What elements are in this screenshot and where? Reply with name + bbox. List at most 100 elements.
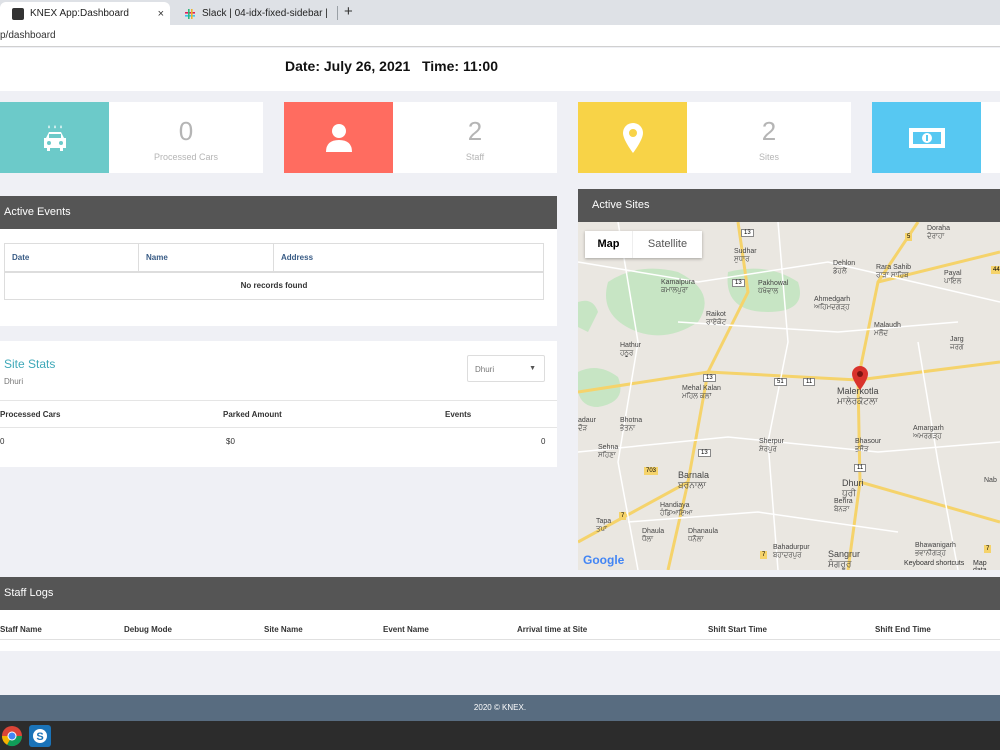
route-shield: 7 [760,551,768,559]
processed-cars-label: Processed Cars [153,152,219,162]
place-name-punjabi: ਡੇਹਲੋਂ [833,268,847,276]
place-name-punjabi: ਸ਼ੇਰਪੁਰ [759,446,777,454]
user-icon [325,123,352,152]
place-name-punjabi: ਸੁਧਾਰ [734,256,750,264]
map-place-label: Barnala ਬਰਨਾਲਾ [678,470,709,491]
url-text[interactable]: p/dashboard [0,30,56,41]
active-events-panel: Date Name Address No records found [0,229,557,326]
date-time-display: Date: July 26, 2021 Time: 11:00 [285,58,498,74]
map-place-label: Dhanaula ਧਨੌਲਾ [688,528,718,544]
footer-text: 2020 © KNEX. [473,703,527,712]
route-shield: 13 [741,229,754,237]
chrome-icon[interactable] [0,724,24,748]
skype-icon[interactable]: S [28,724,52,748]
map-place-label: Amargarh ਅਮਰਗੜ੍ਹ [913,425,944,441]
sites-label: Sites [758,152,779,162]
map-pin-icon [622,122,643,153]
site-select-dropdown[interactable]: Dhuri ▼ [467,355,545,382]
place-name-punjabi: ਹਠੂਰ [620,350,634,358]
map-place-label: Rara Sahib ਰਾੜਾ ਸਾਹਿਬ [876,264,911,280]
staff-logs-header: Staff Logs [0,577,1000,610]
map-place-label: Doraha ਦੋਰਾਹਾ [927,225,950,241]
stat-card-sites: 2 Sites [578,102,851,173]
route-shield: 13 [698,449,711,457]
address-bar[interactable]: p/dashboard [0,25,1000,47]
map-place-label: Benra ਬੇਨੜਾ [834,498,853,514]
col-name[interactable]: Name [138,243,274,273]
place-name: Sangrur [828,549,861,559]
route-shield: 13 [703,374,716,382]
place-name-punjabi: ਸੰਗਰੂਰ [828,559,852,570]
route-shield: 5 [905,233,913,241]
map-marker-icon[interactable] [852,366,868,390]
map-place-label: Sudhar ਸੁਧਾਰ [734,248,757,264]
place-name-punjabi: ਬੇਨੜਾ [834,506,850,514]
place-name: Dhaula [642,528,665,535]
place-name-punjabi: ਪਾਇਲ [944,278,962,286]
date-header: Date: July 26, 2021 Time: 11:00 [0,48,1000,91]
browser-tabbar: KNEX App:Dashboard × Slack | 04-idx-fixe… [0,0,1000,25]
stat-card-staff: 2 Staff [284,102,557,173]
route-shield: 51 [774,378,787,386]
place-name: Jarg [950,336,964,343]
place-name-punjabi: ਕਮਾਲਪੁਰਾ [661,287,688,295]
processed-cars-count: 0 [178,116,194,146]
new-tab-button[interactable]: + [344,3,353,20]
place-name: Barnala [678,470,710,480]
slack-favicon-icon [184,8,196,20]
terminal-favicon-icon [12,7,24,20]
col-events: Events [445,410,472,419]
keyboard-shortcuts-link[interactable]: Keyboard shortcuts [904,560,964,567]
stat-icon-box [284,102,393,173]
close-tab-icon[interactable]: × [158,8,164,20]
map-place-label: Mehal Kalan ਮਹਿਲ ਕਲਾਂ [682,385,721,401]
sites-count: 2 [761,116,777,146]
map-place-label: Dehlon ਡੇਹਲੋਂ [833,260,855,276]
place-name-punjabi: ਅਹਿਮਦਗੜ੍ਹ [814,304,850,312]
staff-logs-panel: Staff Name Debug Mode Site Name Event Na… [0,610,1000,651]
col-parked-amount: Parked Amount [223,410,282,419]
staff-label: Staff [465,152,485,162]
divider [0,400,557,401]
col-address[interactable]: Address [273,243,544,273]
map-type-satellite-button[interactable]: Satellite [633,231,702,258]
place-name: Bhasour [855,438,882,445]
place-name-punjabi: ਅਮਰਗੜ੍ਹ [913,433,942,441]
browser-tab-slack[interactable]: Slack | 04-idx-fixed-sidebar | C [172,2,337,25]
place-name-punjabi: ਭੋਤਨਾ [620,425,636,433]
map-place-label: adaur ਦੌੜ [578,417,596,433]
place-name-punjabi: ਬਹਾਦਰਪੁਰ [773,552,802,560]
map-place-label: Raikot ਰਾਏਕੋਟ [706,311,726,327]
map-place-label: Malaudh ਮਲੌਦ [874,322,901,338]
place-name: Bhawanigarh [915,542,956,549]
col-arrival-time: Arrival time at Site [517,625,588,634]
map-place-label: Handiaya ਹੰਡਿਆਇਆ [660,502,692,518]
place-name: Kamalpura [661,279,695,286]
map-place-label: Pakhowal ਪੱਖੋਵਾਲ [758,280,788,296]
col-debug-mode: Debug Mode [124,625,172,634]
place-name-punjabi: ਰਾਏਕੋਟ [706,319,727,327]
active-events-title: Active Events [4,206,71,218]
place-name: Rara Sahib [876,264,912,271]
place-name-punjabi: ਧਨੌਲਾ [688,536,704,544]
map-data-link[interactable]: Map data [973,560,1000,570]
place-name: Pakhowal [758,280,789,287]
place-name-punjabi: ਸਹਿਣਾ [598,452,616,460]
place-name-punjabi: ਰਾੜਾ ਸਾਹਿਬ [876,272,909,280]
place-name-punjabi: ਹੰਡਿਆਇਆ [660,510,693,518]
active-sites-header: Active Sites [578,189,1000,222]
map-type-map-button[interactable]: Map [585,231,633,258]
place-name-punjabi: ਦੌੜ [578,425,588,433]
browser-tab-knex[interactable]: KNEX App:Dashboard × [0,2,170,25]
map-place-label: Bhasour ਭਸੌੜ [855,438,881,454]
stat-card-revenue [872,102,1000,173]
parked-amount-value: $0 [226,437,235,446]
site-stats-panel: Site Stats Dhuri Dhuri ▼ Processed Cars … [0,341,557,467]
google-map[interactable]: 5 13 13 44 11 51 13 13 11 703 7 7 7 Dora… [578,222,1000,570]
route-shield: 7 [619,512,627,520]
map-place-label: Kamalpura ਕਮਾਲਪੁਰਾ [661,279,695,295]
map-place-label: Tapa ਤਪਾ [596,518,611,534]
stat-icon-box [0,102,109,173]
col-processed-cars: Processed Cars [0,410,61,419]
col-date[interactable]: Date [4,243,139,273]
